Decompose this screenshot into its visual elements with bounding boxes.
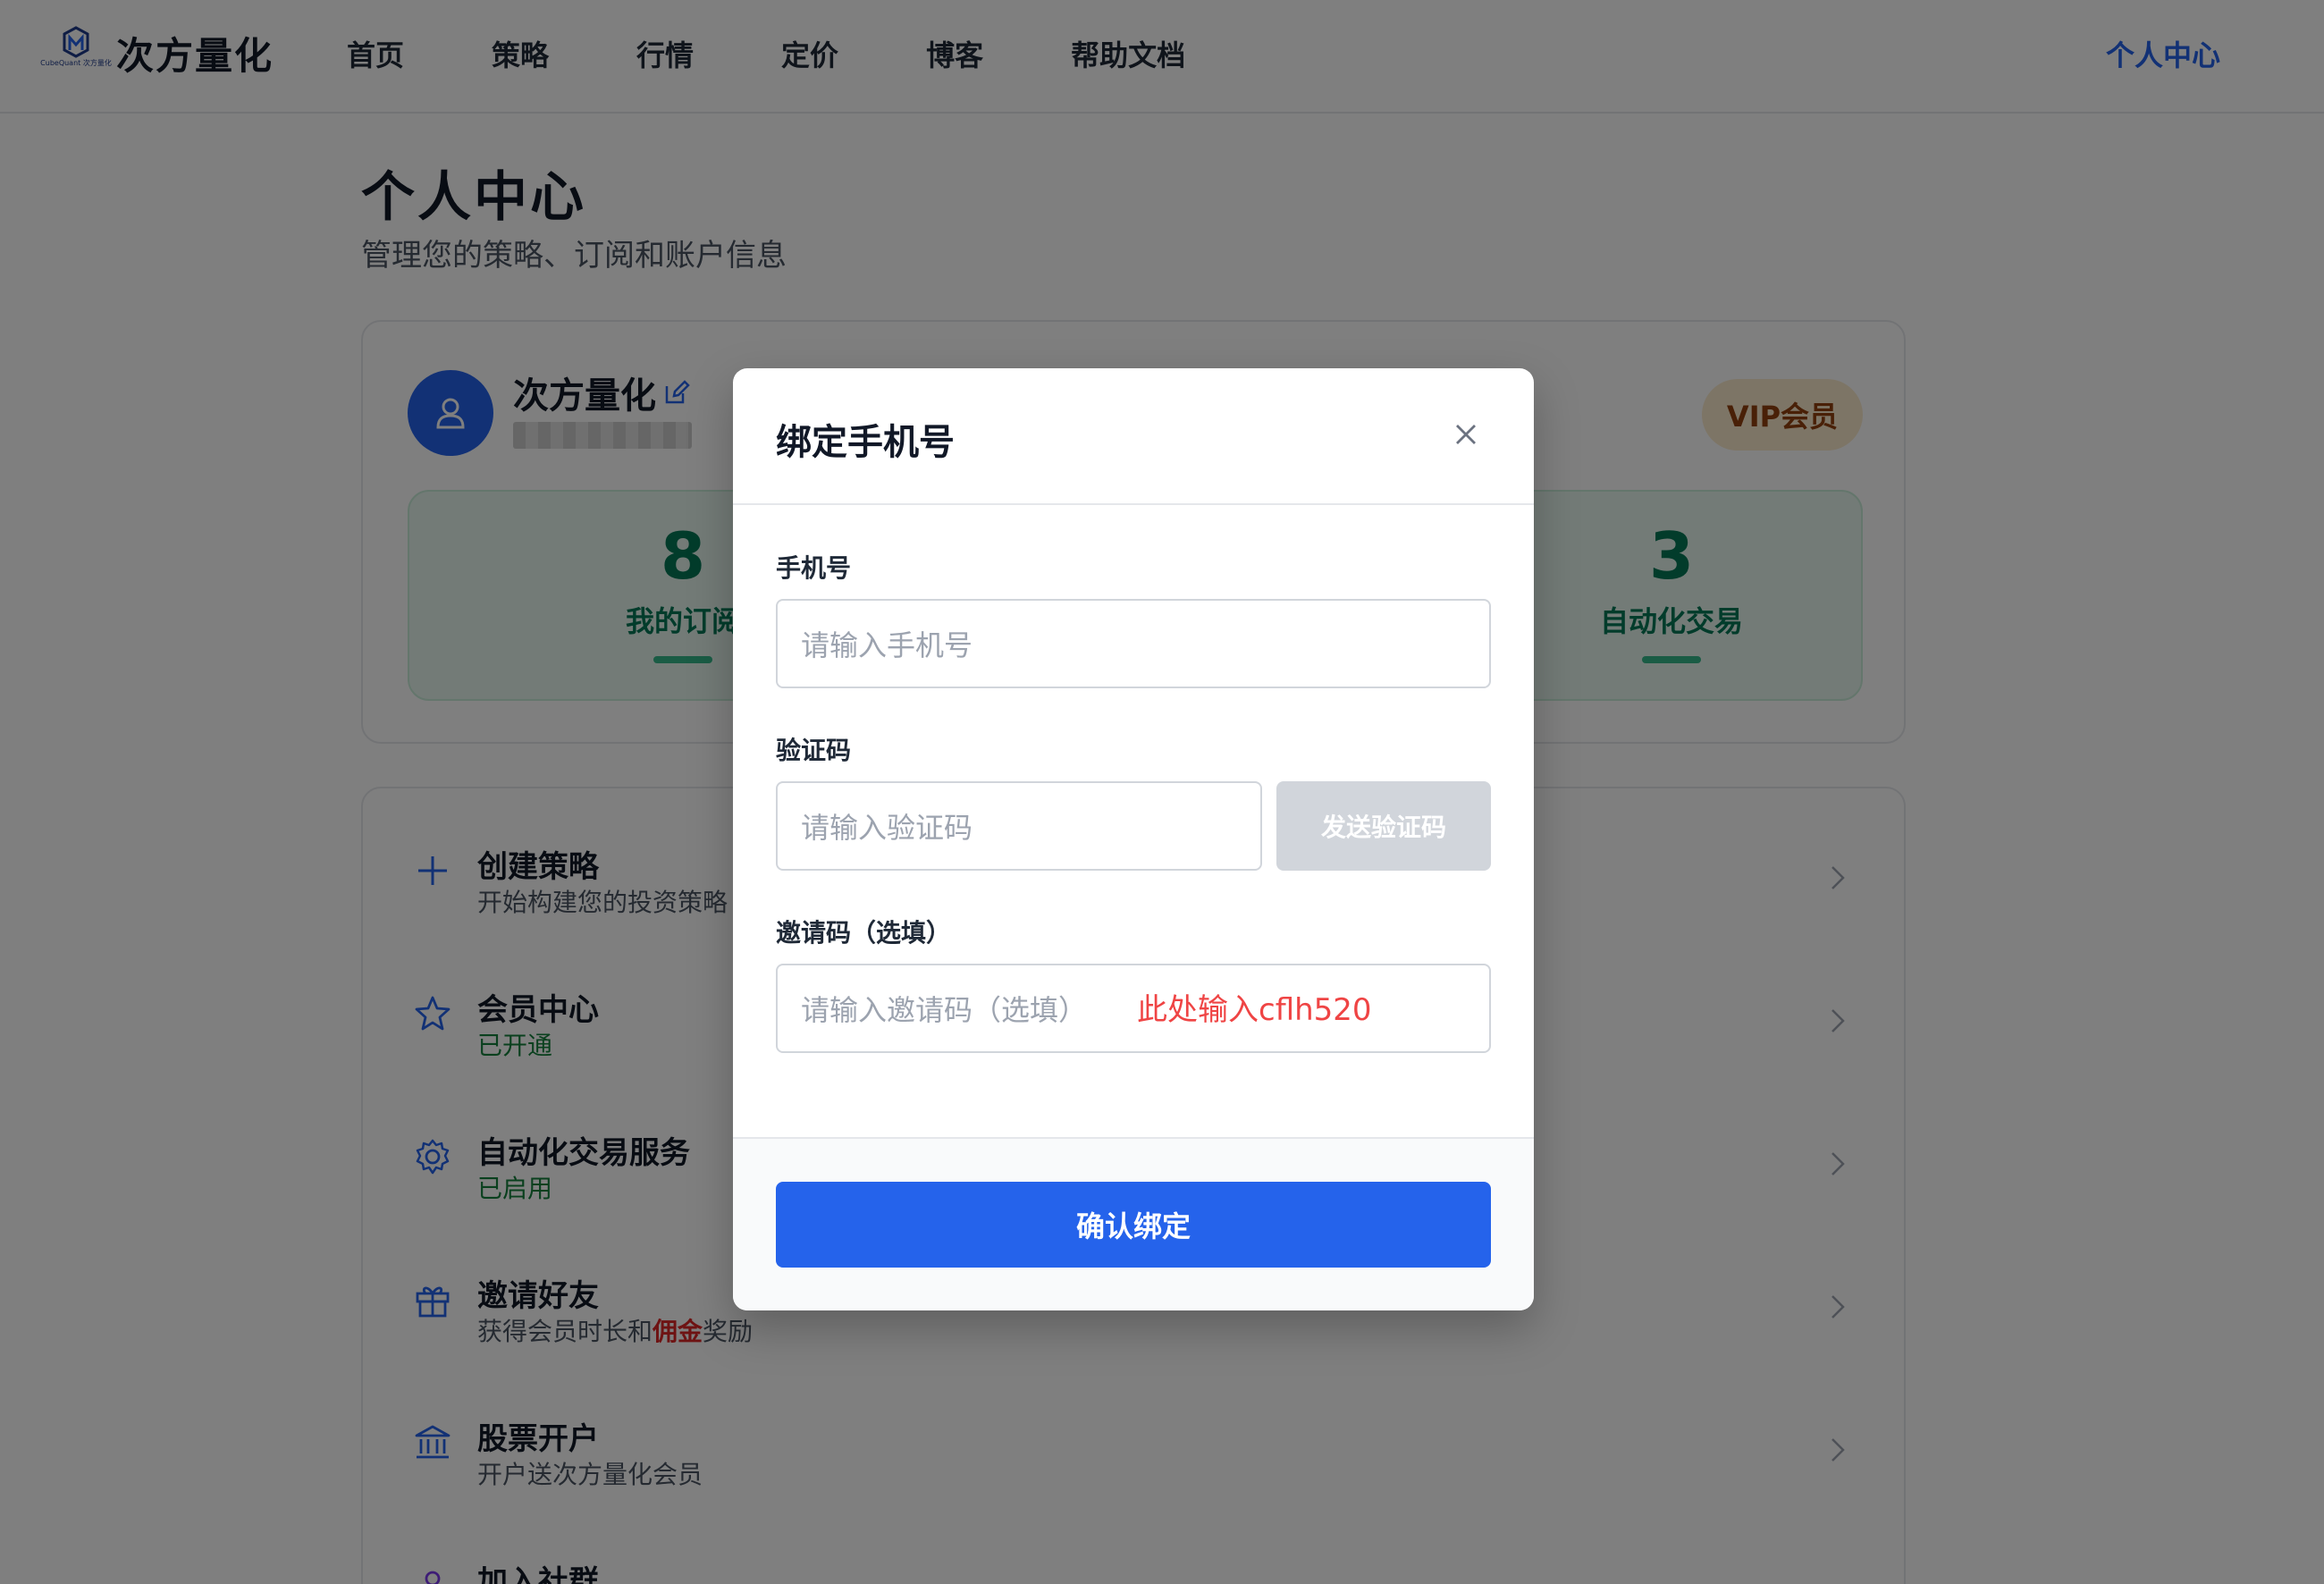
code-label: 验证码 [776, 736, 852, 765]
invite-placeholder: 请输入邀请码（选填） [801, 993, 1088, 1027]
invite-code-hint: 此处输入cflh520 [1137, 992, 1372, 1028]
verification-code-input[interactable]: 请输入验证码 [776, 781, 1262, 871]
phone-placeholder: 请输入手机号 [801, 628, 973, 662]
code-placeholder: 请输入验证码 [801, 811, 973, 845]
invite-code-input[interactable]: 请输入邀请码（选填） [776, 964, 1491, 1053]
phone-label: 手机号 [776, 553, 852, 583]
dialog-header: 绑定手机号 [733, 368, 1534, 505]
send-code-button[interactable]: 发送验证码 [1276, 781, 1491, 871]
close-icon[interactable] [1448, 417, 1484, 452]
bind-phone-dialog: 绑定手机号 手机号 请输入手机号 验证码 请输入验证码 发送验证码 邀请码（选填… [733, 368, 1534, 1310]
dialog-title: 绑定手机号 [776, 422, 955, 463]
confirm-bind-button[interactable]: 确认绑定 [776, 1182, 1491, 1268]
dialog-footer: 确认绑定 [733, 1137, 1534, 1310]
invite-code-label: 邀请码（选填） [776, 918, 952, 948]
phone-input[interactable]: 请输入手机号 [776, 599, 1491, 688]
